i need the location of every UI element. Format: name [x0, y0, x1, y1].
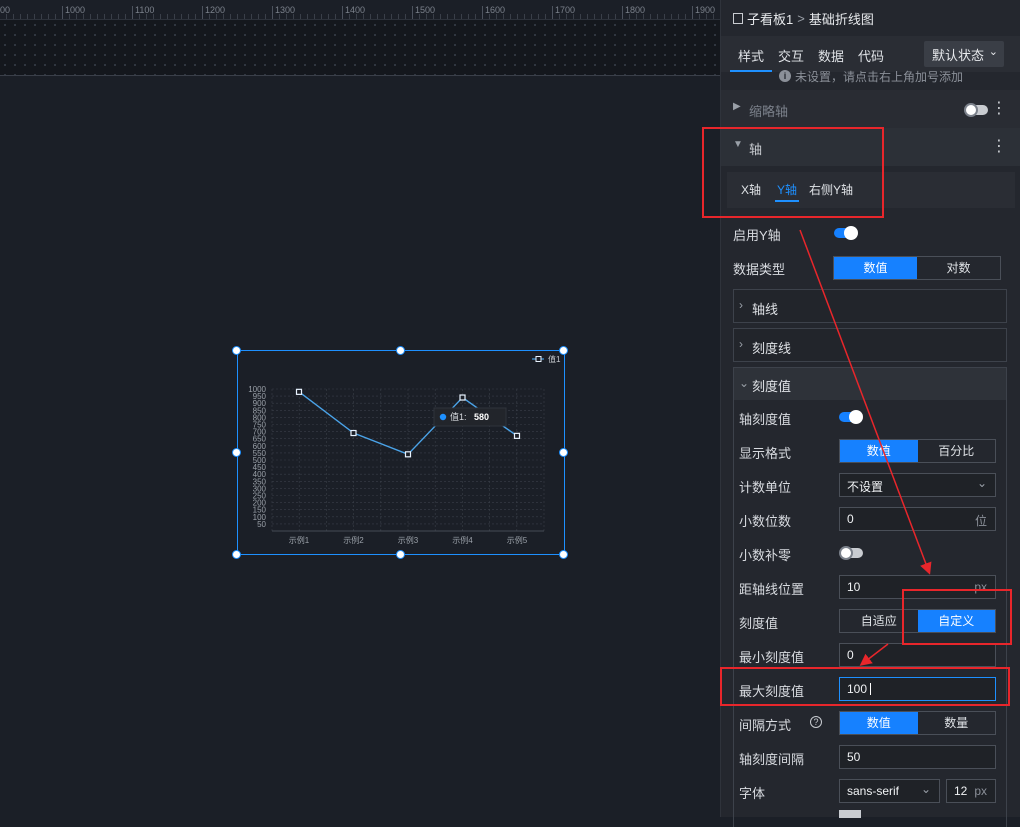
annotation-arrow	[859, 643, 889, 666]
annotation-arrow	[799, 229, 932, 575]
annotation-arrows	[799, 229, 932, 666]
